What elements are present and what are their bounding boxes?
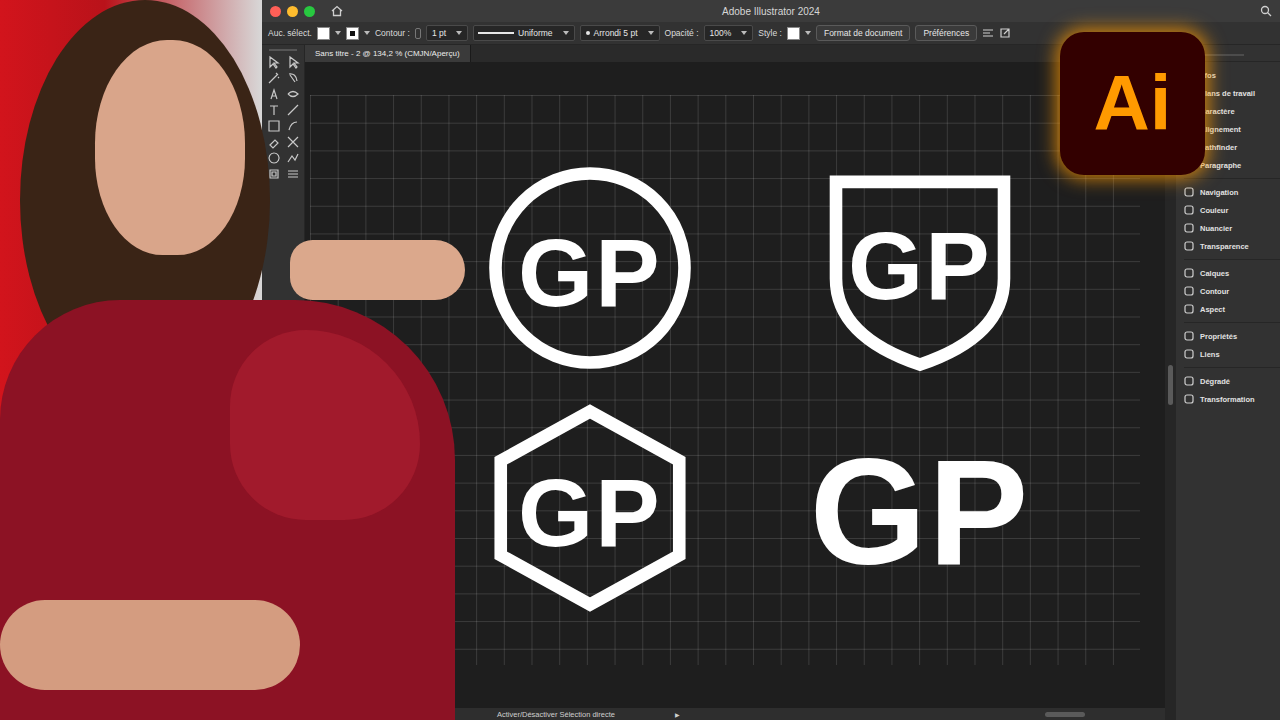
svg-text:GP: GP — [518, 459, 662, 566]
panel-icon — [1184, 187, 1194, 197]
logo[interactable]: GP — [790, 163, 1050, 373]
panel-icon — [1184, 286, 1194, 296]
document-tab[interactable]: Sans titre - 2 @ 134,2 % (CMJN/Aperçu) — [305, 45, 471, 62]
chevron-icon[interactable] — [805, 31, 811, 35]
panel-item[interactable]: Propriétés — [1184, 327, 1280, 345]
panel-group: NavigationCouleurNuancierTransparence — [1184, 178, 1280, 259]
close-button[interactable] — [270, 6, 281, 17]
panel-item[interactable]: Contour — [1184, 282, 1280, 300]
panel-icon — [1184, 331, 1194, 341]
thumbnail: Adobe Illustrator 2024 Auc. sélect. Contou… — [0, 0, 1280, 720]
stroke-swatch[interactable] — [346, 27, 359, 40]
style-label: Style : — [758, 28, 782, 38]
style-swatch[interactable] — [787, 27, 800, 40]
panel-item[interactable]: Calques — [1184, 264, 1280, 282]
shield-logo[interactable]: GP — [790, 163, 1050, 373]
fill-swatch[interactable] — [317, 27, 330, 40]
panel-icon — [1184, 241, 1194, 251]
panel-group: PropriétésLiens — [1184, 322, 1280, 367]
horizontal-scrollbar[interactable] — [905, 711, 1125, 717]
panel-icon — [1184, 223, 1194, 233]
toolbar-grip — [269, 49, 297, 51]
share-icon[interactable] — [999, 27, 1011, 39]
spinner-icon[interactable] — [415, 28, 421, 39]
presenter-photo — [0, 0, 470, 720]
svg-text:GP: GP — [848, 212, 992, 319]
panel-group: CalquesContourAspect — [1184, 259, 1280, 322]
chevron-icon[interactable] — [335, 31, 341, 35]
tool-icon[interactable] — [267, 167, 281, 181]
minimize-button[interactable] — [287, 6, 298, 17]
opacity-field[interactable]: 100% — [704, 25, 754, 41]
circle-logo[interactable]: GP — [480, 163, 700, 373]
artboard: GP GP GP GP — [310, 95, 1140, 665]
status-message: Activer/Désactiver Sélection directe — [497, 710, 615, 719]
tool-icon[interactable] — [267, 151, 281, 165]
window-controls — [270, 5, 430, 17]
panel-icon — [1184, 205, 1194, 215]
zoom-button[interactable] — [304, 6, 315, 17]
panel-icon — [1184, 394, 1194, 404]
panel-icon — [1184, 268, 1194, 278]
selection-label: Auc. sélect. — [268, 28, 312, 38]
panel-item[interactable]: Transformation — [1184, 390, 1280, 408]
tool-icon[interactable] — [286, 151, 300, 165]
illustrator-logo: Ai — [1060, 32, 1205, 175]
tool-icon[interactable] — [286, 71, 300, 85]
panel-icon — [1184, 304, 1194, 314]
control-button[interactable]: Préférences — [915, 25, 977, 41]
toolbar — [262, 45, 305, 720]
panel-group: DégradéTransformation — [1184, 367, 1280, 412]
svg-text:GP: GP — [810, 428, 1031, 596]
square-logo[interactable]: GP — [790, 403, 1050, 613]
window-title: Adobe Illustrator 2024 — [430, 6, 1112, 17]
logo[interactable]: GP — [790, 403, 1050, 613]
tool-icon[interactable] — [286, 135, 300, 149]
title-tools — [1112, 5, 1272, 17]
tool-icon[interactable] — [267, 55, 281, 69]
panel-item[interactable]: Dégradé — [1184, 372, 1280, 390]
tool-icon[interactable] — [267, 135, 281, 149]
panel-item[interactable]: Nuancier — [1184, 219, 1280, 237]
panel-item[interactable]: Liens — [1184, 345, 1280, 363]
arrange-icon[interactable] — [982, 27, 994, 39]
opacity-label: Opacité : — [665, 28, 699, 38]
panel-icon — [1184, 376, 1194, 386]
tool-icon[interactable] — [267, 87, 281, 101]
tool-icon[interactable] — [286, 119, 300, 133]
tool-icon[interactable] — [286, 167, 300, 181]
home-icon[interactable] — [331, 5, 343, 17]
tool-icon[interactable] — [267, 103, 281, 117]
tool-icon[interactable] — [267, 71, 281, 85]
stroke-label: Contour : — [375, 28, 410, 38]
document-area: Sans titre - 2 @ 134,2 % (CMJN/Aperçu) GP… — [305, 45, 1165, 720]
status-arrow[interactable]: ▶ — [675, 711, 680, 718]
tool-icon[interactable] — [286, 55, 300, 69]
search-icon[interactable] — [1260, 5, 1272, 17]
panel-item[interactable]: Navigation — [1184, 183, 1280, 201]
panel-item[interactable]: Couleur — [1184, 201, 1280, 219]
stroke-weight-field[interactable]: 1 pt — [426, 25, 468, 41]
logo[interactable]: GP — [480, 403, 700, 613]
panel-item[interactable]: Aspect — [1184, 300, 1280, 318]
tool-icon[interactable] — [286, 103, 300, 117]
canvas: GP GP GP GP — [305, 62, 1165, 708]
red-background — [0, 0, 262, 720]
tab-bar: Sans titre - 2 @ 134,2 % (CMJN/Aperçu) — [305, 45, 1165, 62]
brush-dropdown[interactable]: Arrondi 5 pt — [580, 25, 660, 41]
panel-icon — [1184, 349, 1194, 359]
tool-icon[interactable] — [286, 87, 300, 101]
control-button[interactable]: Format de document — [816, 25, 910, 41]
profile-dropdown[interactable]: Uniforme — [473, 25, 574, 41]
status-bar: Activer/Désactiver Sélection directe ▶ — [305, 708, 1165, 720]
tool-icon[interactable] — [267, 119, 281, 133]
hexagon-logo[interactable]: GP — [480, 403, 700, 613]
svg-text:GP: GP — [518, 219, 662, 326]
title-bar: Adobe Illustrator 2024 — [262, 0, 1280, 22]
chevron-icon[interactable] — [364, 31, 370, 35]
panel-item[interactable]: Transparence — [1184, 237, 1280, 255]
logo[interactable]: GP — [480, 163, 700, 373]
